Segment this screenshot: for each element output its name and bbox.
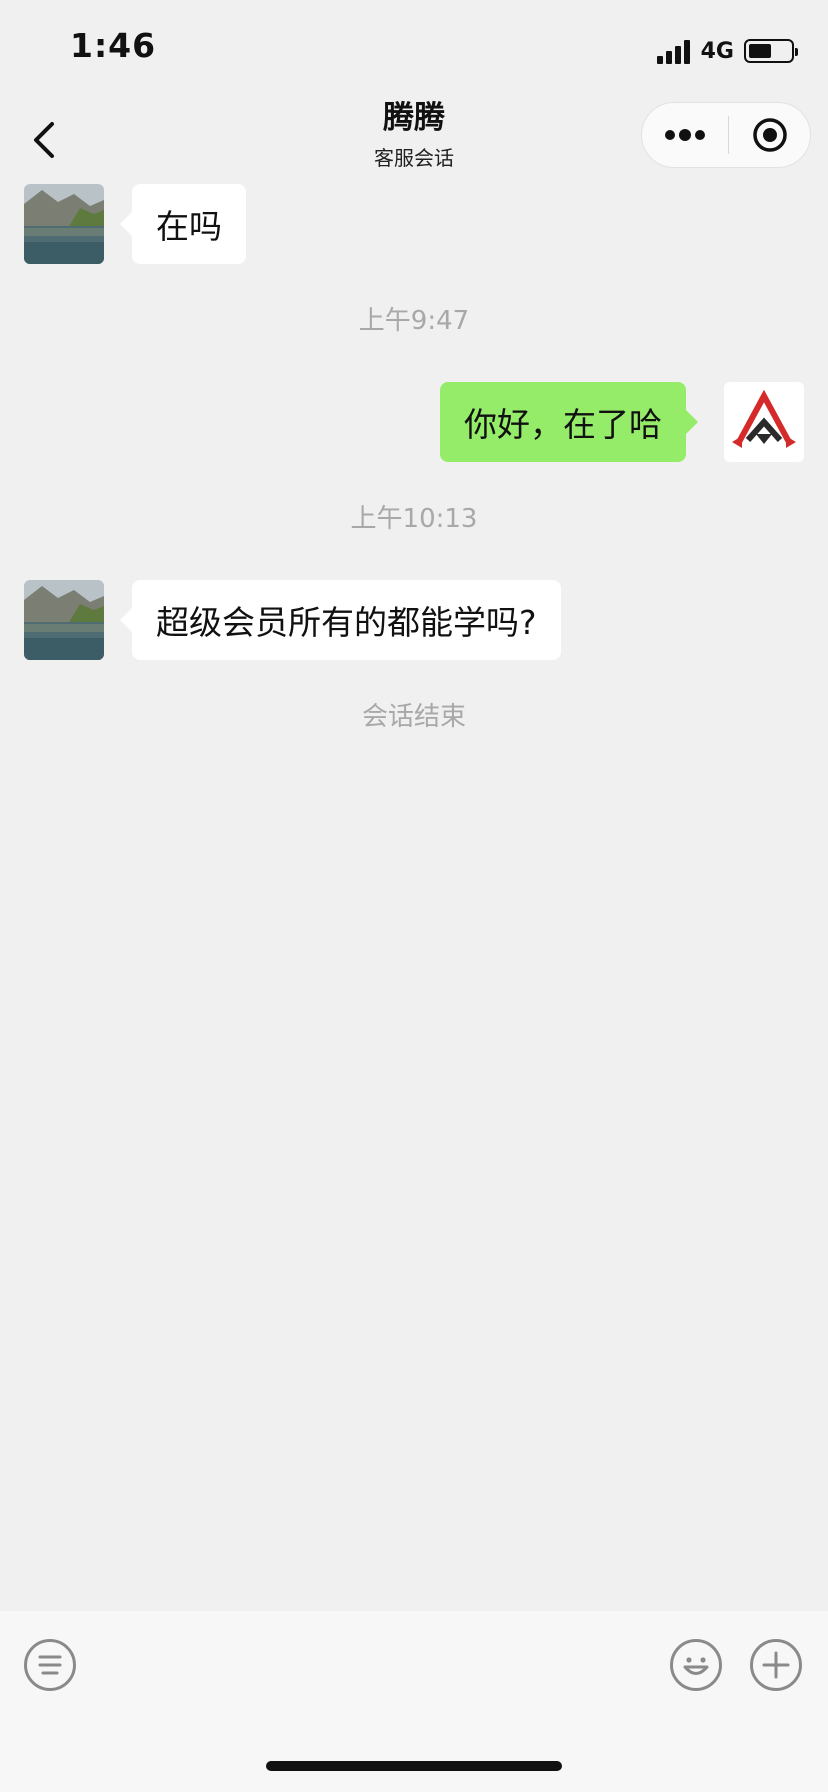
status-bar: 1:46 4G	[0, 0, 828, 100]
more-dots-icon	[665, 129, 705, 141]
status-time: 1:46	[70, 26, 157, 65]
close-button[interactable]	[729, 103, 810, 167]
text-lines-icon	[38, 1655, 62, 1675]
menu-capsule	[641, 102, 811, 168]
plus-icon	[762, 1651, 790, 1679]
message-text: 超级会员所有的都能学吗?	[156, 603, 537, 642]
message-text: 在吗	[156, 207, 222, 246]
signal-icon	[656, 38, 691, 64]
landscape-avatar-image	[24, 184, 104, 264]
text-menu-button[interactable]	[24, 1639, 76, 1691]
add-button[interactable]	[750, 1639, 802, 1691]
message-text: 你好，在了哈	[464, 405, 662, 444]
message-bubble-received[interactable]: 超级会员所有的都能学吗?	[120, 580, 561, 660]
battery-icon	[744, 39, 798, 63]
target-close-icon	[752, 118, 787, 152]
battery-level	[749, 44, 771, 58]
contact-avatar[interactable]	[24, 184, 104, 264]
message-timestamp: 上午10:13	[350, 504, 478, 534]
home-indicator	[266, 1761, 562, 1771]
emoji-button[interactable]	[670, 1639, 722, 1691]
logo-avatar-image	[724, 382, 804, 462]
contact-avatar[interactable]	[24, 580, 104, 660]
more-button[interactable]	[642, 103, 728, 167]
user-avatar[interactable]	[724, 382, 804, 462]
smiley-icon	[683, 1657, 709, 1675]
network-type: 4G	[700, 38, 734, 64]
message-bubble-sent[interactable]: 你好，在了哈	[440, 382, 698, 462]
message-bubble-received[interactable]: 在吗	[120, 184, 246, 264]
status-indicators: 4G	[656, 34, 798, 68]
message-timestamp: 上午9:47	[358, 306, 470, 336]
landscape-avatar-image	[24, 580, 104, 660]
session-ended-notice: 会话结束	[361, 702, 466, 732]
